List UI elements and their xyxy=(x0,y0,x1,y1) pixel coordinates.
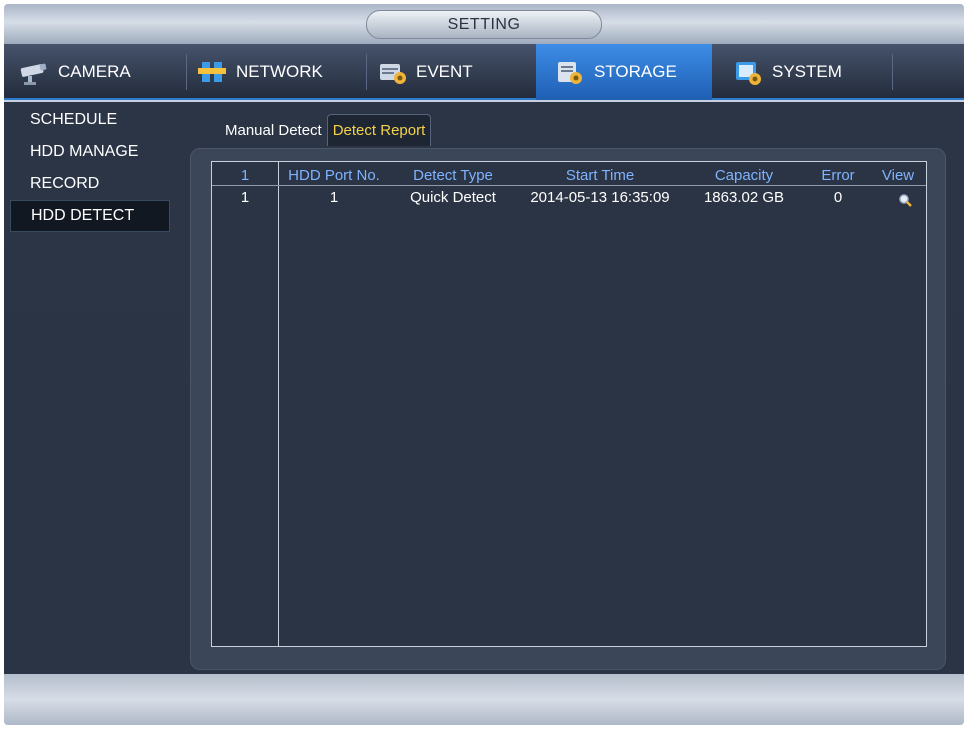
tab-event[interactable]: EVENT xyxy=(376,44,534,100)
title-bar: SETTING xyxy=(4,4,964,44)
cell-detect-type: Quick Detect xyxy=(410,189,496,206)
detect-report-panel: 1 HDD Port No. Detect Type Start Time Ca… xyxy=(190,148,946,670)
setting-window: SETTING CAMERA NETWORK EVENT STORAGE SYS… xyxy=(4,4,964,725)
column-header-detect-type[interactable]: Detect Type xyxy=(394,167,512,184)
tab-system[interactable]: SYSTEM xyxy=(722,44,892,100)
bottom-bar xyxy=(4,674,964,725)
tab-detect-report[interactable]: Detect Report xyxy=(326,114,432,146)
settings-body: SCHEDULE HDD MANAGE RECORD HDD DETECT Ma… xyxy=(4,102,964,674)
column-header-index[interactable]: 1 xyxy=(212,167,278,184)
tab-event-label: EVENT xyxy=(416,62,473,81)
cell-error: 0 xyxy=(833,189,843,206)
subtab-bar: Manual Detect Detect Report xyxy=(220,114,432,146)
sidebar-item-record[interactable]: RECORD xyxy=(10,168,170,200)
tab-manual-detect[interactable]: Manual Detect xyxy=(220,114,327,146)
column-header-view[interactable]: View xyxy=(868,167,928,184)
sidebar-item-label: SCHEDULE xyxy=(30,111,118,128)
tab-camera[interactable]: CAMERA xyxy=(18,44,184,100)
magnifier-icon xyxy=(899,194,912,207)
window-title: SETTING xyxy=(366,10,602,39)
tab-system-label: SYSTEM xyxy=(772,62,842,81)
sidebar-item-hdd-detect[interactable]: HDD DETECT xyxy=(10,200,170,232)
detect-report-table: 1 HDD Port No. Detect Type Start Time Ca… xyxy=(211,161,927,647)
column-header-start-time[interactable]: Start Time xyxy=(516,167,684,184)
network-icon xyxy=(198,62,226,82)
sidebar-item-label: HDD DETECT xyxy=(31,207,135,224)
camera-icon xyxy=(20,63,47,85)
storage-icon xyxy=(558,62,582,84)
tab-storage-label: STORAGE xyxy=(594,62,677,81)
table-divider xyxy=(278,162,279,646)
tab-network[interactable]: NETWORK xyxy=(196,44,362,100)
tab-network-label: NETWORK xyxy=(236,62,323,81)
table-header-row: 1 HDD Port No. Detect Type Start Time Ca… xyxy=(212,166,926,186)
column-header-error[interactable]: Error xyxy=(808,167,868,184)
sidebar-item-label: HDD MANAGE xyxy=(30,143,139,160)
cell-port: 1 xyxy=(329,189,339,206)
sidebar: SCHEDULE HDD MANAGE RECORD HDD DETECT xyxy=(10,102,170,232)
system-icon xyxy=(736,62,761,85)
cell-index: 1 xyxy=(240,189,250,206)
table-row[interactable]: 1 1 Quick Detect 2014-05-13 16:35:09 186… xyxy=(212,188,926,208)
tab-camera-label: CAMERA xyxy=(58,62,131,81)
cell-start-time: 2014-05-13 16:35:09 xyxy=(530,189,670,206)
sidebar-item-hdd-manage[interactable]: HDD MANAGE xyxy=(10,136,170,168)
event-icon xyxy=(380,64,406,84)
tab-storage[interactable]: STORAGE xyxy=(536,44,712,100)
column-header-port[interactable]: HDD Port No. xyxy=(278,167,390,184)
column-header-capacity[interactable]: Capacity xyxy=(684,167,804,184)
sidebar-item-schedule[interactable]: SCHEDULE xyxy=(10,104,170,136)
sidebar-item-label: RECORD xyxy=(30,175,100,192)
cell-capacity: 1863.02 GB xyxy=(703,189,785,206)
main-tab-bar: CAMERA NETWORK EVENT STORAGE SYSTEM xyxy=(4,44,964,100)
